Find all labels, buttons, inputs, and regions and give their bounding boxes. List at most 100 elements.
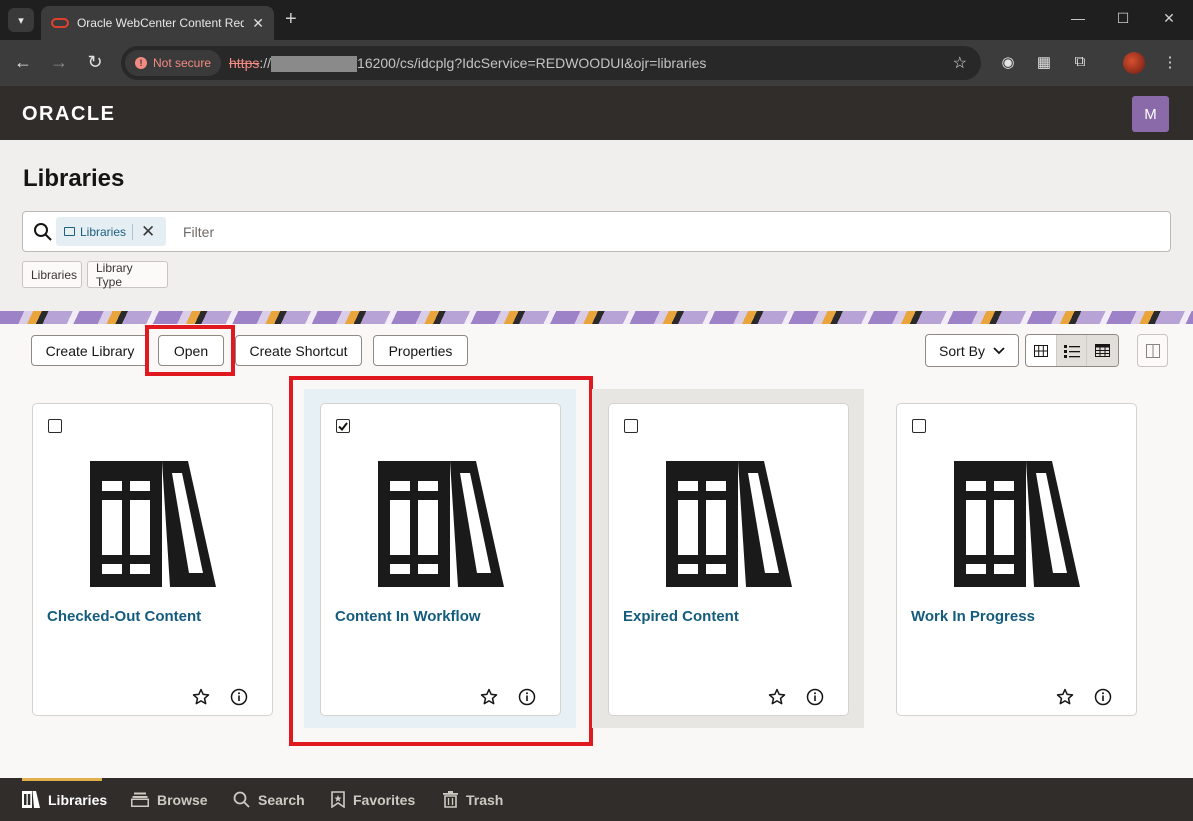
nav-libraries[interactable]: Libraries bbox=[22, 778, 107, 821]
card-checkbox[interactable] bbox=[336, 419, 350, 433]
extensions-icon[interactable]: ⧉ bbox=[1069, 53, 1091, 70]
library-card[interactable]: Content In Workflow bbox=[320, 403, 561, 716]
page-title: Libraries bbox=[23, 165, 125, 192]
library-card[interactable]: Work In Progress bbox=[896, 403, 1137, 716]
grid-view-icon bbox=[1033, 344, 1048, 357]
list-view-icon bbox=[1063, 344, 1080, 358]
info-icon[interactable] bbox=[1094, 688, 1112, 706]
security-label: Not secure bbox=[153, 56, 212, 70]
open-button[interactable]: Open bbox=[158, 335, 224, 366]
sort-by-label: Sort By bbox=[939, 342, 985, 359]
libraries-icon bbox=[22, 791, 40, 808]
back-icon[interactable]: ← bbox=[12, 52, 34, 73]
minimize-icon[interactable]: — bbox=[1068, 10, 1088, 26]
card-checkbox[interactable] bbox=[912, 419, 926, 433]
url-scheme: https bbox=[229, 55, 260, 71]
decorative-banner bbox=[0, 311, 1193, 324]
nav-favorites-label: Favorites bbox=[353, 791, 416, 808]
search-filter-bar[interactable]: Libraries ✕ Filter bbox=[22, 211, 1171, 252]
nav-libraries-label: Libraries bbox=[48, 791, 108, 808]
library-content-area: Create Library Open Create Shortcut Prop… bbox=[0, 324, 1193, 778]
user-avatar[interactable]: M bbox=[1132, 96, 1169, 132]
bookmark-star-icon[interactable]: ☆ bbox=[953, 53, 967, 73]
tab-title: Oracle WebCenter Content Redwood bbox=[76, 16, 245, 30]
library-card[interactable]: Expired Content bbox=[608, 403, 849, 716]
nav-trash[interactable]: Trash bbox=[443, 778, 503, 821]
nav-favorites[interactable]: Favorites bbox=[331, 778, 415, 821]
window-close-icon[interactable]: ✕ bbox=[1159, 10, 1179, 27]
reload-icon[interactable]: ↻ bbox=[84, 52, 106, 73]
facet-library-type[interactable]: Library Type bbox=[87, 261, 168, 289]
create-library-button[interactable]: Create Library bbox=[31, 335, 149, 366]
facet-libraries[interactable]: Libraries bbox=[22, 261, 82, 288]
forward-icon[interactable]: → bbox=[48, 52, 70, 73]
screen-capture-icon[interactable]: ◉ bbox=[997, 53, 1019, 71]
checkmark-icon bbox=[338, 421, 348, 431]
trash-icon bbox=[443, 791, 458, 808]
info-icon[interactable] bbox=[230, 688, 248, 706]
favorite-star-icon[interactable] bbox=[480, 688, 498, 706]
browser-tab[interactable]: Oracle WebCenter Content Redwood ✕ bbox=[41, 6, 274, 40]
nav-browse[interactable]: Browse bbox=[131, 778, 208, 821]
address-bar[interactable]: ! Not secure https:// 16200/cs/idcplg?Idc… bbox=[121, 46, 981, 80]
profile-avatar-icon[interactable] bbox=[1123, 52, 1145, 74]
filter-chip-label: Libraries bbox=[80, 224, 127, 239]
browser-toolbar: ← → ↻ ! Not secure https:// 16200/cs/idcp… bbox=[0, 40, 1193, 86]
properties-button[interactable]: Properties bbox=[373, 335, 468, 366]
oracle-favicon-icon bbox=[51, 18, 69, 28]
nav-browse-label: Browse bbox=[157, 791, 208, 808]
tab-close-icon[interactable]: ✕ bbox=[252, 15, 264, 32]
sort-by-button[interactable]: Sort By bbox=[925, 334, 1019, 367]
library-icon bbox=[666, 461, 792, 587]
nav-search-label: Search bbox=[258, 791, 305, 808]
card-checkbox[interactable] bbox=[48, 419, 62, 433]
warning-icon: ! bbox=[135, 57, 147, 69]
app-header: ORACLE M bbox=[0, 86, 1193, 140]
card-checkbox[interactable] bbox=[624, 419, 638, 433]
create-shortcut-button[interactable]: Create Shortcut bbox=[235, 335, 362, 366]
panel-icon bbox=[1145, 343, 1160, 358]
qr-code-icon[interactable]: ▦ bbox=[1033, 53, 1055, 71]
bookmark-icon bbox=[331, 791, 345, 808]
nav-trash-label: Trash bbox=[466, 791, 504, 808]
security-indicator[interactable]: ! Not secure bbox=[125, 50, 221, 76]
library-card-wrapper-selected: Content In Workflow bbox=[304, 389, 576, 728]
tab-search-button[interactable]: ▾ bbox=[8, 8, 34, 32]
redacted-host bbox=[271, 56, 358, 73]
nav-search[interactable]: Search bbox=[233, 778, 305, 821]
list-view-button[interactable] bbox=[1056, 335, 1088, 366]
table-view-button[interactable] bbox=[1087, 335, 1118, 366]
favorite-star-icon[interactable] bbox=[1056, 688, 1074, 706]
filter-input[interactable]: Filter bbox=[183, 224, 214, 240]
oracle-logo: ORACLE bbox=[22, 103, 116, 125]
bottom-navigation: Libraries Browse Search Favorites Trash bbox=[0, 778, 1193, 821]
library-name[interactable]: Work In Progress bbox=[911, 608, 1035, 625]
side-panel-toggle[interactable] bbox=[1137, 334, 1168, 367]
info-icon[interactable] bbox=[806, 688, 824, 706]
library-icon bbox=[954, 461, 1080, 587]
folder-icon bbox=[64, 227, 75, 236]
library-card-wrapper: Checked-Out Content bbox=[16, 389, 288, 728]
library-icon bbox=[378, 461, 504, 587]
url-path: 16200/cs/idcplg?IdcService=REDWOODUI&ojr… bbox=[357, 55, 707, 71]
library-icon bbox=[90, 461, 216, 587]
card-view-button[interactable] bbox=[1026, 335, 1057, 366]
library-name[interactable]: Content In Workflow bbox=[335, 608, 481, 625]
info-icon[interactable] bbox=[518, 688, 536, 706]
library-name[interactable]: Expired Content bbox=[623, 608, 739, 625]
maximize-icon[interactable]: ☐ bbox=[1113, 10, 1133, 27]
library-name[interactable]: Checked-Out Content bbox=[47, 608, 201, 625]
filter-chip-libraries[interactable]: Libraries ✕ bbox=[56, 217, 166, 246]
chip-divider bbox=[132, 223, 134, 240]
favorite-star-icon[interactable] bbox=[192, 688, 210, 706]
remove-chip-icon[interactable]: ✕ bbox=[141, 222, 155, 242]
browser-titlebar: ▾ Oracle WebCenter Content Redwood ✕ + —… bbox=[0, 0, 1193, 40]
search-icon bbox=[34, 223, 52, 241]
browser-menu-icon[interactable]: ⋮ bbox=[1159, 53, 1181, 71]
browse-icon bbox=[131, 792, 149, 807]
search-nav-icon bbox=[233, 791, 250, 808]
favorite-star-icon[interactable] bbox=[768, 688, 786, 706]
library-card[interactable]: Checked-Out Content bbox=[32, 403, 273, 716]
new-tab-icon[interactable]: + bbox=[285, 8, 297, 31]
url-text[interactable]: https:// 16200/cs/idcplg?IdcService=REDWO… bbox=[229, 55, 707, 73]
